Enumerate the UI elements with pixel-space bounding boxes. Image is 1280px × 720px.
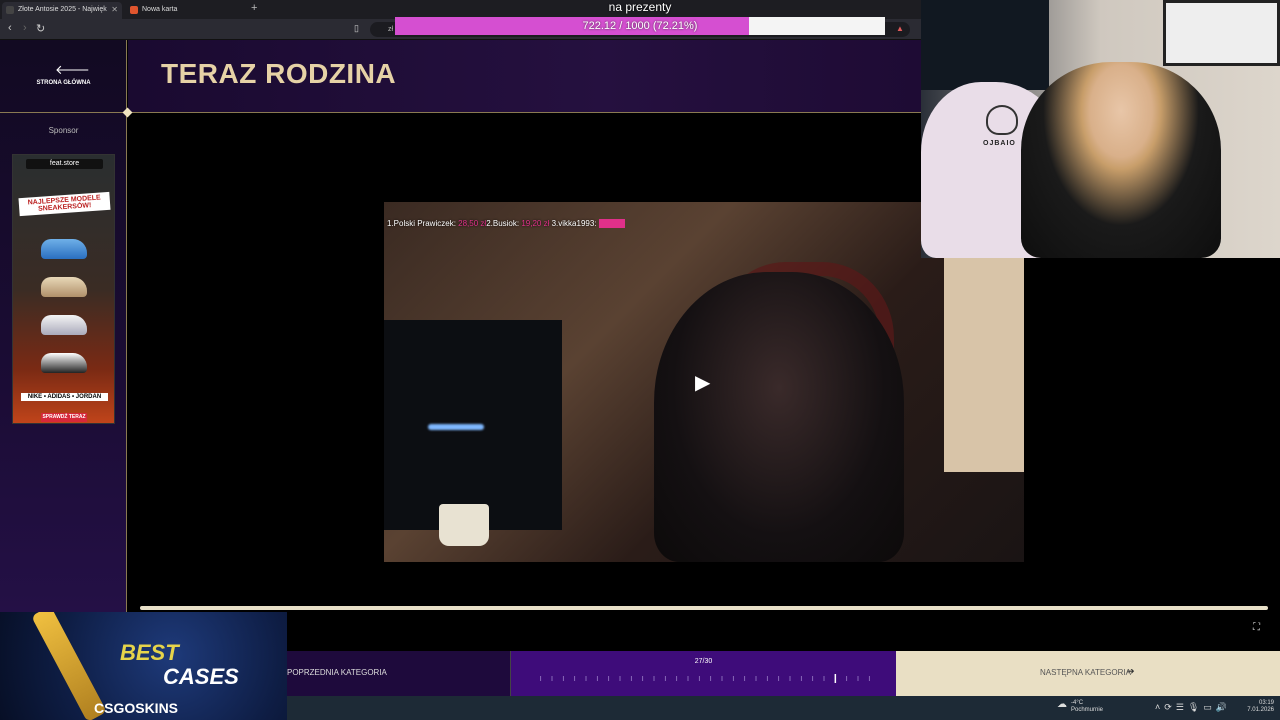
play-icon[interactable]: ▶ [695, 370, 710, 395]
brave-shield-icon[interactable]: ▲ [896, 24, 904, 33]
wall-picture [1163, 0, 1280, 66]
speaker-icon[interactable]: 🔊 [1216, 702, 1231, 712]
sneaker-image [41, 353, 87, 373]
chair-brand: OJBAIO [983, 140, 1016, 147]
arrow-right-icon: ➔ [1127, 666, 1135, 676]
category-progress: 27/30 [511, 651, 896, 696]
promo-line1: BEST [120, 640, 179, 665]
ad-cta-button[interactable]: SPRAWDŹ TERAZ [41, 413, 87, 422]
category-navigation: POPRZEDNIA KATEGORIA 27/30 NASTĘPNA KATE… [287, 651, 1280, 696]
streamer [1021, 62, 1221, 258]
video-donor-ranking: 1.Polski Prawiczek: 28,50 zł2.Busiok: 19… [387, 219, 626, 228]
chevron-up-icon[interactable]: ˄ [1155, 702, 1164, 712]
forward-arrow-icon[interactable]: › [23, 22, 27, 34]
ad-headline: NAJLEPSZE MODELE SNEAKERSÓW! [18, 191, 111, 217]
network-icon[interactable]: ☰ [1176, 702, 1188, 712]
sponsor-label: Sponsor [48, 126, 79, 135]
bull-logo-icon [986, 105, 1018, 135]
next-category-button[interactable]: NASTĘPNA KATEGORIA ➔ [896, 651, 1280, 696]
category-tick-row [540, 674, 870, 683]
home-button[interactable]: 🡐 STRONA GŁÓWNA [0, 40, 127, 113]
back-arrow-icon[interactable]: ‹ [8, 22, 12, 34]
windows-taskbar: ☁ -4°C Pochmurnie ˄⟳☰🎙▭🔊 03:19 7.01.2026 [287, 696, 1280, 720]
category-counter: 27/30 [694, 658, 713, 665]
system-tray[interactable]: ˄⟳☰🎙▭🔊 [1155, 702, 1231, 713]
video-frame-light [428, 424, 484, 430]
display-icon[interactable]: ▭ [1203, 702, 1216, 712]
brave-favicon-icon [130, 6, 138, 14]
home-label: STRONA GŁÓWNA [36, 80, 91, 86]
donation-progress-text: 722.12 / 1000 (72.21%) [582, 20, 698, 32]
webcam-overlay: OJBAIO [921, 0, 1280, 258]
promo-banner: BEST CASES CSGOSKINS [0, 612, 287, 720]
time: 03:19 [1258, 700, 1274, 706]
temperature: -4°C [1071, 700, 1084, 706]
video-frame-person [654, 272, 904, 562]
donation-goal-title: na prezenty [608, 0, 672, 14]
tab-new-tab[interactable]: Nowa karta [126, 2, 236, 19]
tab-label: Nowa karta [142, 6, 178, 13]
bookmark-icon[interactable]: ▯ [354, 23, 359, 34]
new-tab-plus-icon[interactable]: + [251, 2, 257, 14]
sneaker-image [41, 239, 87, 259]
tab-zlote-antosie[interactable]: Złote Antosie 2025 - Najwięk ✕ [2, 2, 122, 19]
reload-icon[interactable]: ↻ [36, 22, 45, 35]
donation-progress-bar: 722.12 / 1000 (72.21%) [395, 17, 885, 35]
arrow-left-icon: 🡐 [55, 62, 90, 77]
site-favicon-icon [6, 6, 14, 14]
sponsor-ad-banner[interactable]: feat.store NAJLEPSZE MODELE SNEAKERSÓW! … [12, 154, 115, 424]
video-frame-mug [439, 504, 489, 546]
promo-brand: CSGOSKINS [94, 700, 179, 716]
promo-line2: CASES [163, 664, 239, 689]
video-progress-bar[interactable] [140, 606, 1268, 610]
clock[interactable]: 03:19 7.01.2026 [1240, 700, 1274, 714]
ad-brands: NIKE • ADIDAS • JORDAN [21, 393, 108, 401]
sneaker-image [41, 277, 87, 297]
cloud-icon: ☁ [1057, 699, 1067, 710]
weather-desc: Pochmurnie [1071, 707, 1104, 713]
sneaker-image [41, 315, 87, 335]
video-frame-wall [944, 252, 1024, 472]
page-title: TERAZ RODZINA [161, 58, 397, 89]
next-category-label: NASTĘPNA KATEGORIA [1040, 668, 1131, 677]
ad-store-name: feat.store [26, 159, 103, 169]
previous-category-button[interactable]: POPRZEDNIA KATEGORIA [287, 651, 511, 696]
category-header: TERAZ RODZINA [128, 40, 921, 113]
sidebar: 🡐 STRONA GŁÓWNA Sponsor feat.store NAJLE… [0, 40, 127, 615]
previous-category-label: POPRZEDNIA KATEGORIA [287, 668, 387, 677]
background-monitor [921, 0, 1049, 90]
date: 7.01.2026 [1247, 707, 1274, 713]
sync-icon[interactable]: ⟳ [1164, 702, 1176, 712]
close-tab-icon[interactable]: ✕ [111, 2, 118, 17]
tab-label: Złote Antosie 2025 - Najwięk [18, 6, 107, 13]
mic-icon[interactable]: 🎙 [1188, 702, 1203, 712]
fullscreen-icon[interactable]: ⛶ [1253, 622, 1260, 633]
weather-widget[interactable]: ☁ -4°C Pochmurnie [1057, 700, 1104, 714]
